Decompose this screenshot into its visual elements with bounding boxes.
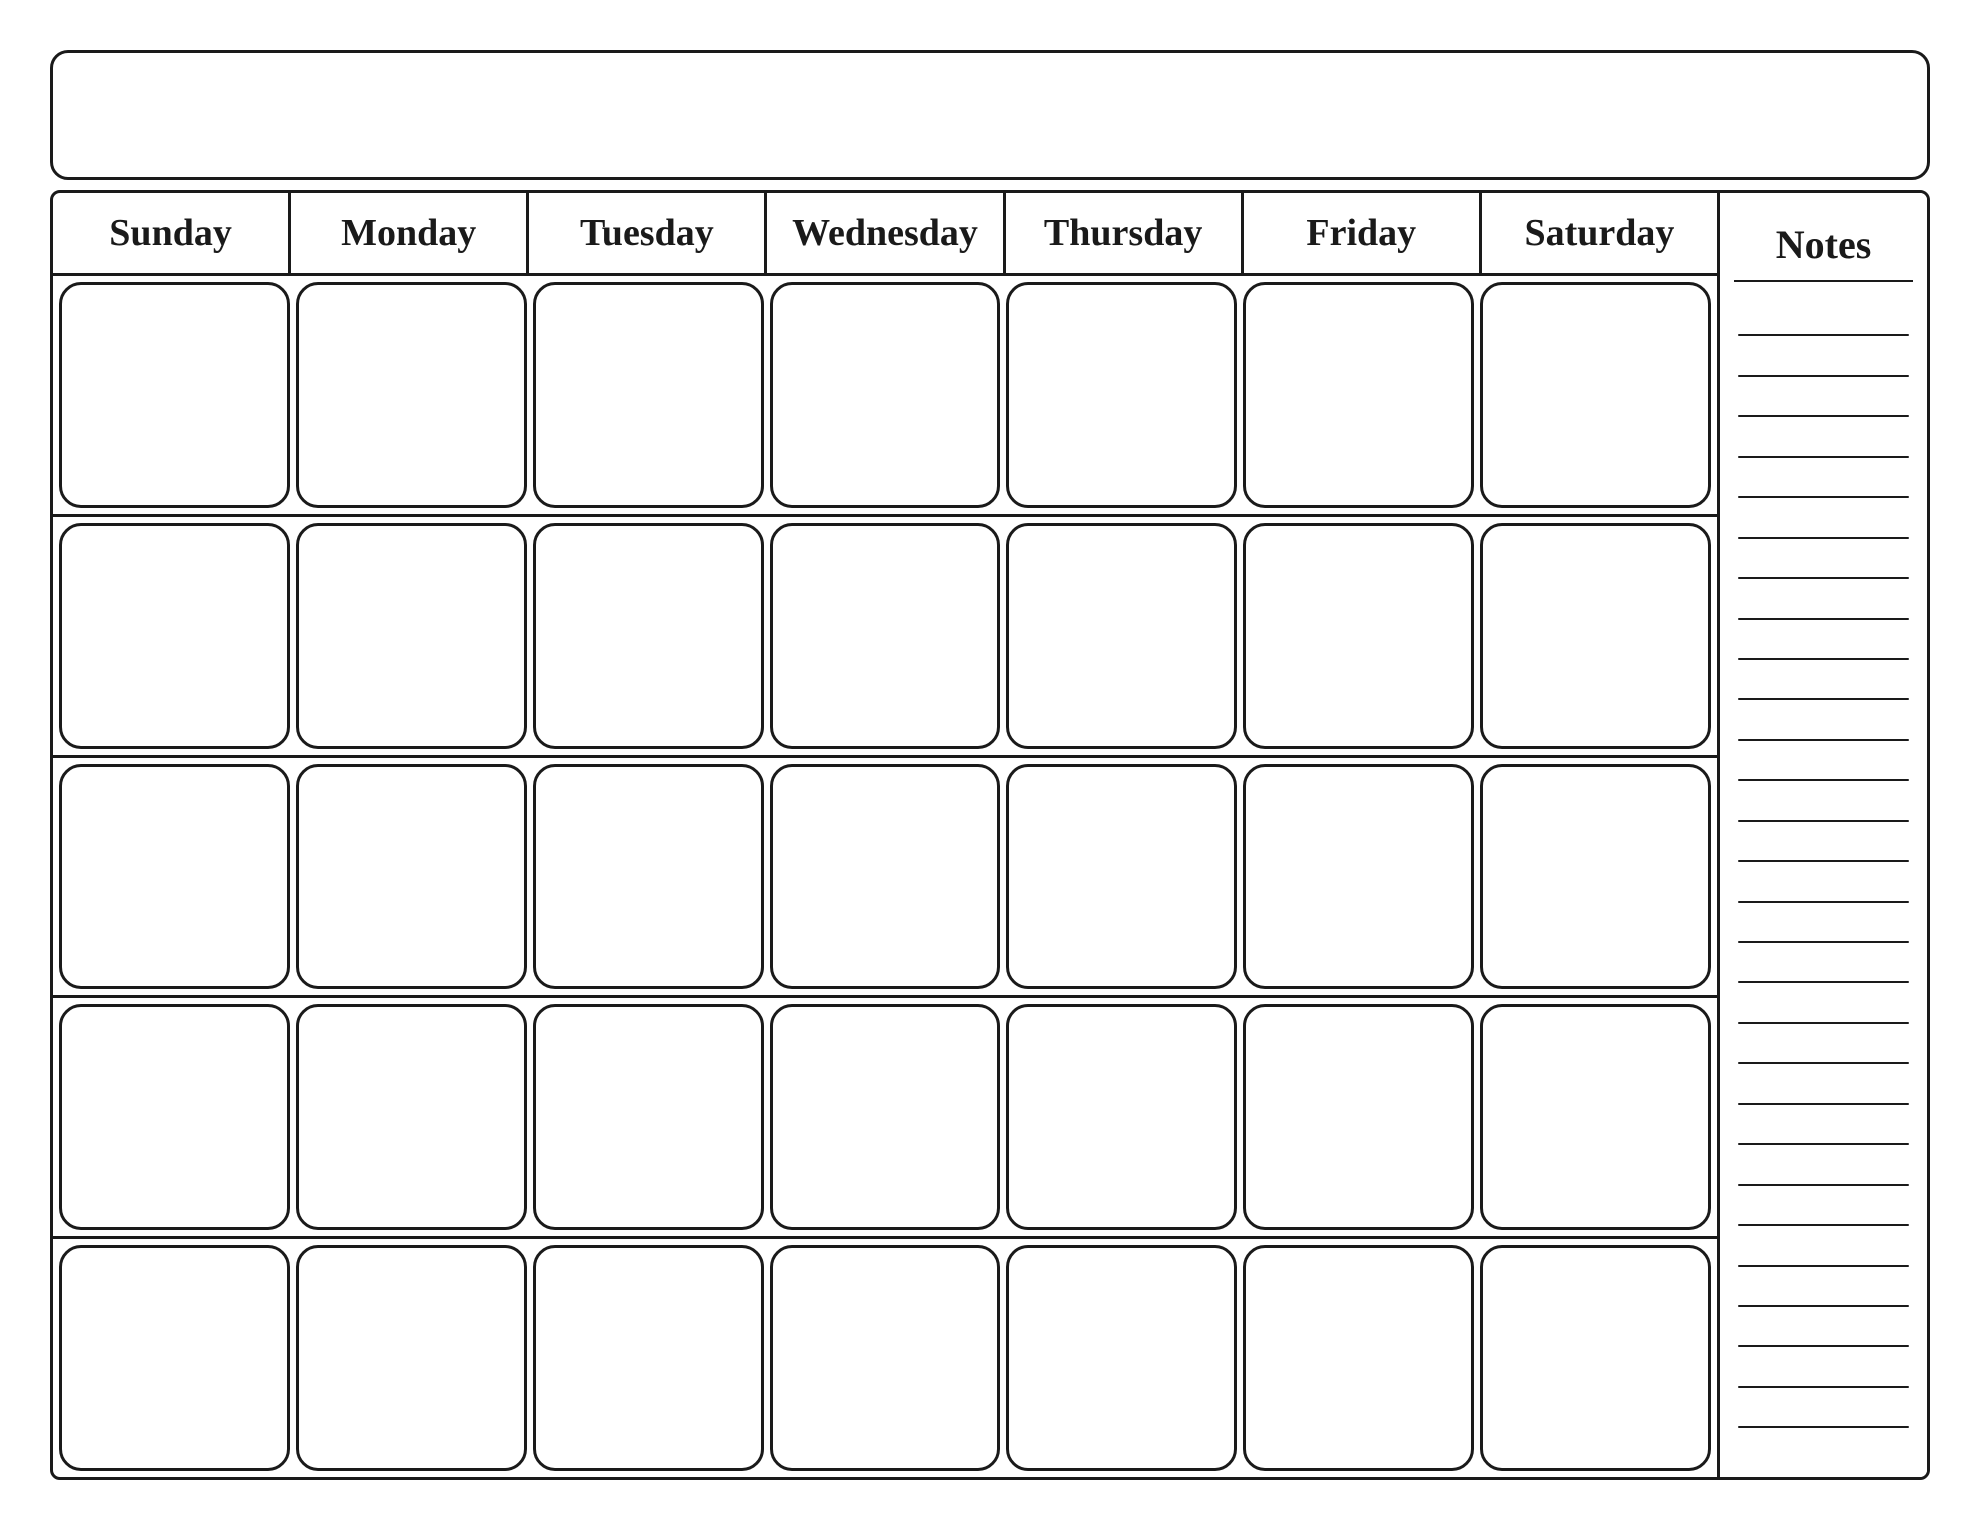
days-header: Sunday Monday Tuesday Wednesday Thursday… [53, 193, 1717, 276]
day-cell-5-7[interactable] [1480, 1245, 1711, 1471]
day-cell-2-1[interactable] [59, 523, 290, 749]
day-cell-2-2[interactable] [296, 523, 527, 749]
week-row-3 [53, 758, 1717, 999]
notes-line [1738, 820, 1909, 822]
notes-line [1738, 1184, 1909, 1186]
weeks-container [53, 276, 1717, 1477]
day-cell-5-6[interactable] [1243, 1245, 1474, 1471]
day-cell-4-5[interactable] [1006, 1004, 1237, 1230]
day-cell-1-1[interactable] [59, 282, 290, 508]
day-cell-2-4[interactable] [770, 523, 1001, 749]
day-cell-3-3[interactable] [533, 764, 764, 990]
day-cell-2-5[interactable] [1006, 523, 1237, 749]
calendar-main: Sunday Monday Tuesday Wednesday Thursday… [50, 190, 1930, 1480]
notes-line [1738, 1062, 1909, 1064]
day-cell-2-3[interactable] [533, 523, 764, 749]
notes-line [1738, 577, 1909, 579]
header-thursday: Thursday [1006, 193, 1244, 273]
notes-line [1738, 941, 1909, 943]
day-cell-4-2[interactable] [296, 1004, 527, 1230]
notes-line [1738, 658, 1909, 660]
day-cell-5-1[interactable] [59, 1245, 290, 1471]
day-cell-2-7[interactable] [1480, 523, 1711, 749]
notes-line [1738, 901, 1909, 903]
notes-lines [1734, 296, 1913, 1467]
notes-column: Notes [1717, 193, 1927, 1477]
header-friday: Friday [1244, 193, 1482, 273]
day-cell-2-6[interactable] [1243, 523, 1474, 749]
notes-line [1738, 1426, 1909, 1428]
week-row-5 [53, 1239, 1717, 1477]
calendar-grid: Sunday Monday Tuesday Wednesday Thursday… [53, 193, 1717, 1477]
week-row-1 [53, 276, 1717, 517]
day-cell-4-1[interactable] [59, 1004, 290, 1230]
day-cell-3-6[interactable] [1243, 764, 1474, 990]
header-monday: Monday [291, 193, 529, 273]
day-cell-4-4[interactable] [770, 1004, 1001, 1230]
day-cell-4-3[interactable] [533, 1004, 764, 1230]
day-cell-1-6[interactable] [1243, 282, 1474, 508]
calendar-wrapper: Sunday Monday Tuesday Wednesday Thursday… [50, 50, 1930, 1480]
notes-line [1738, 618, 1909, 620]
day-cell-5-4[interactable] [770, 1245, 1001, 1471]
notes-line [1738, 1224, 1909, 1226]
day-cell-5-5[interactable] [1006, 1245, 1237, 1471]
header-wednesday: Wednesday [767, 193, 1005, 273]
day-cell-1-3[interactable] [533, 282, 764, 508]
notes-line [1738, 1386, 1909, 1388]
notes-line [1738, 415, 1909, 417]
day-cell-3-4[interactable] [770, 764, 1001, 990]
header-sunday: Sunday [53, 193, 291, 273]
notes-line [1738, 456, 1909, 458]
notes-line [1738, 537, 1909, 539]
notes-line [1738, 981, 1909, 983]
notes-line [1738, 779, 1909, 781]
notes-line [1738, 739, 1909, 741]
notes-line [1738, 496, 1909, 498]
day-cell-3-2[interactable] [296, 764, 527, 990]
title-bar[interactable] [50, 50, 1930, 180]
notes-line [1738, 334, 1909, 336]
day-cell-1-7[interactable] [1480, 282, 1711, 508]
day-cell-3-5[interactable] [1006, 764, 1237, 990]
day-cell-4-7[interactable] [1480, 1004, 1711, 1230]
day-cell-1-4[interactable] [770, 282, 1001, 508]
notes-line [1738, 1022, 1909, 1024]
day-cell-5-3[interactable] [533, 1245, 764, 1471]
day-cell-3-7[interactable] [1480, 764, 1711, 990]
header-tuesday: Tuesday [529, 193, 767, 273]
notes-line [1738, 1305, 1909, 1307]
day-cell-1-5[interactable] [1006, 282, 1237, 508]
day-cell-5-2[interactable] [296, 1245, 527, 1471]
notes-line [1738, 698, 1909, 700]
day-cell-1-2[interactable] [296, 282, 527, 508]
notes-line [1738, 1345, 1909, 1347]
week-row-4 [53, 998, 1717, 1239]
day-cell-3-1[interactable] [59, 764, 290, 990]
header-saturday: Saturday [1482, 193, 1717, 273]
notes-line [1738, 1103, 1909, 1105]
notes-title: Notes [1734, 203, 1913, 282]
notes-line [1738, 375, 1909, 377]
day-cell-4-6[interactable] [1243, 1004, 1474, 1230]
notes-line [1738, 1143, 1909, 1145]
notes-line [1738, 860, 1909, 862]
week-row-2 [53, 517, 1717, 758]
notes-line [1738, 1265, 1909, 1267]
